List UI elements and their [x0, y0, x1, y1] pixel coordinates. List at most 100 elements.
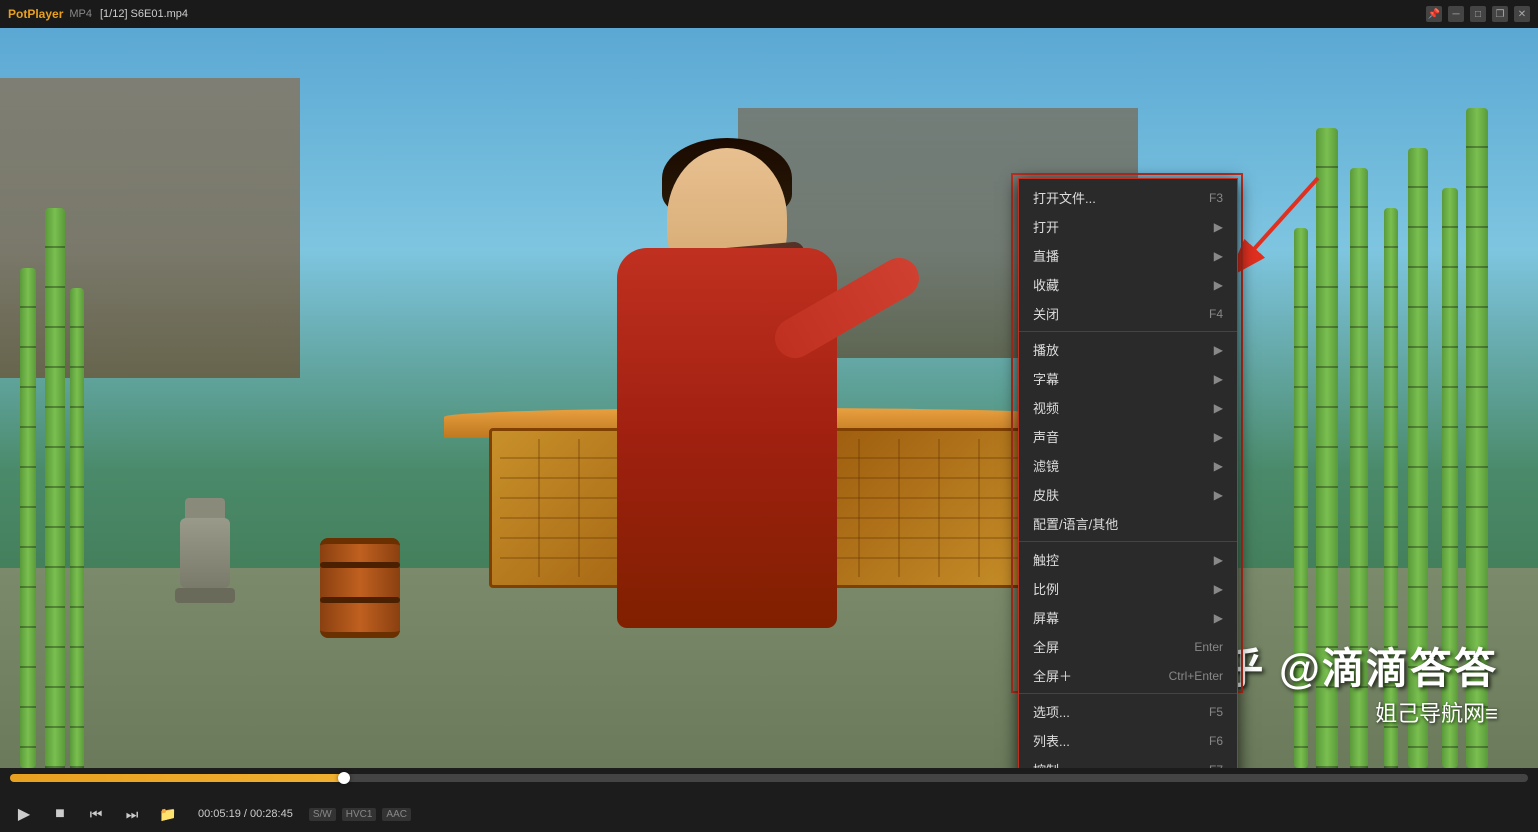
context-menu[interactable]: 打开文件... F3 打开 ▶ 直播 ▶ 收藏 ▶ 关闭 F4 播放 ▶ 字幕 ▶ 视频 ▶ 声音 ▶ 滤镜 ▶ 皮肤 ▶…: [1018, 178, 1238, 768]
menu-item-ratio[interactable]: 比例 ▶: [1019, 574, 1237, 603]
minimize-button[interactable]: ─: [1448, 6, 1464, 22]
menu-shortcut-fullscreen-plus: Ctrl+Enter: [1169, 669, 1223, 683]
menu-item-skin[interactable]: 皮肤 ▶: [1019, 480, 1237, 509]
codec-hvc1: HVC1: [342, 808, 377, 821]
restore-button[interactable]: ❐: [1492, 6, 1508, 22]
bamboo-l2: [45, 208, 65, 768]
menu-label-controls: 控制...: [1033, 760, 1070, 768]
menu-item-screen[interactable]: 屏幕 ▶: [1019, 603, 1237, 632]
menu-label-close: 关闭: [1033, 304, 1059, 323]
menu-item-config[interactable]: 配置/语言/其他: [1019, 509, 1237, 538]
total-time: 00:28:45: [250, 808, 293, 820]
menu-arrow-screen: ▶: [1214, 611, 1223, 625]
menu-label-options: 选项...: [1033, 702, 1070, 721]
menu-label-video: 视频: [1033, 398, 1059, 417]
lantern-top: [185, 498, 225, 518]
lantern-body: [180, 518, 230, 588]
menu-item-fullscreen[interactable]: 全屏 Enter: [1019, 632, 1237, 661]
menu-arrow-calibrate: ▶: [1214, 553, 1223, 567]
menu-item-playlist[interactable]: 直播 ▶: [1019, 241, 1237, 270]
menu-item-list[interactable]: 列表... F6: [1019, 726, 1237, 755]
time-display: 00:05:19 / 00:28:45: [198, 808, 293, 820]
codec-sw: S/W: [309, 808, 336, 821]
character: [517, 148, 937, 628]
video-area[interactable]: 打开文件... F3 打开 ▶ 直播 ▶ 收藏 ▶ 关闭 F4 播放 ▶ 字幕 ▶ 视频 ▶ 声音 ▶ 滤镜 ▶ 皮肤 ▶…: [0, 28, 1538, 768]
menu-label-calibrate: 触控: [1033, 550, 1059, 569]
menu-item-video[interactable]: 视频 ▶: [1019, 393, 1237, 422]
menu-arrow-video: ▶: [1214, 401, 1223, 415]
controls-bar: ▶ ■ ⏮ ⏭ 📁 00:05:19 / 00:28:45 S/W HVC1 A…: [0, 768, 1538, 832]
pin-button[interactable]: 📌: [1426, 6, 1442, 22]
menu-shortcut-list: F6: [1209, 734, 1223, 748]
window-controls: 📌 ─ □ ❐ ✕: [1426, 6, 1530, 22]
maximize-button[interactable]: □: [1470, 6, 1486, 22]
character-body: [617, 248, 837, 628]
menu-label-playlist: 直播: [1033, 246, 1059, 265]
menu-item-playback[interactable]: 播放 ▶: [1019, 335, 1237, 364]
menu-label-fullscreen-plus: 全屏＋: [1033, 666, 1072, 685]
current-time: 00:05:19: [198, 808, 241, 820]
menu-item-controls[interactable]: 控制... F7: [1019, 755, 1237, 768]
bamboo-l3: [70, 288, 84, 768]
app-logo: PotPlayer: [8, 7, 63, 21]
menu-arrow-open: ▶: [1214, 220, 1223, 234]
menu-label-filter: 滤镜: [1033, 456, 1059, 475]
stop-button[interactable]: ■: [46, 800, 74, 828]
control-buttons: ▶ ■ ⏮ ⏭ 📁 00:05:19 / 00:28:45 S/W HVC1 A…: [0, 800, 1538, 828]
menu-shortcut-fullscreen: Enter: [1194, 640, 1223, 654]
menu-label-open: 打开: [1033, 217, 1059, 236]
stone-lantern: [180, 498, 230, 618]
close-button[interactable]: ✕: [1514, 6, 1530, 22]
menu-label-list: 列表...: [1033, 731, 1070, 750]
menu-sep-sep2: [1019, 541, 1237, 542]
menu-arrow-favorites: ▶: [1214, 278, 1223, 292]
menu-sep-sep3: [1019, 693, 1237, 694]
menu-sep-sep1: [1019, 331, 1237, 332]
menu-label-open-file: 打开文件...: [1033, 188, 1096, 207]
menu-shortcut-close: F4: [1209, 307, 1223, 321]
menu-arrow-ratio: ▶: [1214, 582, 1223, 596]
lantern-base: [175, 588, 235, 603]
open-button[interactable]: 📁: [154, 800, 182, 828]
menu-item-favorites[interactable]: 收藏 ▶: [1019, 270, 1237, 299]
menu-label-skin: 皮肤: [1033, 485, 1059, 504]
menu-item-subtitles[interactable]: 字幕 ▶: [1019, 364, 1237, 393]
bamboo-l1: [20, 268, 36, 768]
prev-button[interactable]: ⏮: [82, 800, 110, 828]
menu-shortcut-controls: F7: [1209, 763, 1223, 769]
menu-shortcut-open-file: F3: [1209, 191, 1223, 205]
menu-arrow-audio: ▶: [1214, 430, 1223, 444]
menu-label-favorites: 收藏: [1033, 275, 1059, 294]
format-badge: MP4: [69, 8, 92, 20]
menu-shortcut-options: F5: [1209, 705, 1223, 719]
menu-arrow-playlist: ▶: [1214, 249, 1223, 263]
menu-item-audio[interactable]: 声音 ▶: [1019, 422, 1237, 451]
menu-label-audio: 声音: [1033, 427, 1059, 446]
menu-item-calibrate[interactable]: 触控 ▶: [1019, 545, 1237, 574]
menu-item-filter[interactable]: 滤镜 ▶: [1019, 451, 1237, 480]
file-name: [1/12] S6E01.mp4: [100, 8, 188, 20]
next-button[interactable]: ⏭: [118, 800, 146, 828]
menu-item-open[interactable]: 打开 ▶: [1019, 212, 1237, 241]
menu-label-ratio: 比例: [1033, 579, 1059, 598]
menu-label-screen: 屏幕: [1033, 608, 1059, 627]
menu-item-options[interactable]: 选项... F5: [1019, 697, 1237, 726]
menu-arrow-skin: ▶: [1214, 488, 1223, 502]
menu-arrow-playback: ▶: [1214, 343, 1223, 357]
progress-fill: [10, 774, 344, 782]
title-bar: PotPlayer MP4 [1/12] S6E01.mp4 📌 ─ □ ❐ ✕: [0, 0, 1538, 28]
menu-label-fullscreen: 全屏: [1033, 637, 1059, 656]
menu-label-playback: 播放: [1033, 340, 1059, 359]
progress-thumb[interactable]: [338, 772, 350, 784]
menu-item-fullscreen-plus[interactable]: 全屏＋ Ctrl+Enter: [1019, 661, 1237, 690]
barrel-left: [320, 538, 400, 638]
menu-label-subtitles: 字幕: [1033, 369, 1059, 388]
play-button[interactable]: ▶: [10, 800, 38, 828]
menu-arrow-subtitles: ▶: [1214, 372, 1223, 386]
codec-aac: AAC: [382, 808, 411, 821]
menu-item-close[interactable]: 关闭 F4: [1019, 299, 1237, 328]
menu-arrow-filter: ▶: [1214, 459, 1223, 473]
progress-bar[interactable]: [10, 774, 1528, 782]
codec-info: S/W HVC1 AAC: [309, 808, 411, 821]
menu-item-open-file[interactable]: 打开文件... F3: [1019, 183, 1237, 212]
